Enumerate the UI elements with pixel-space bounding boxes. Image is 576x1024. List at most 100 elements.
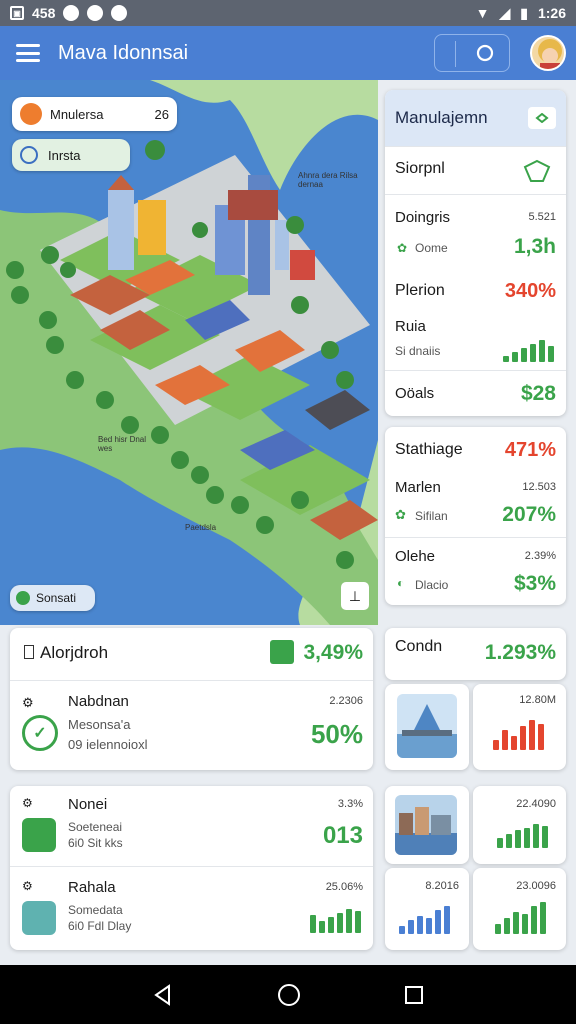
city-map[interactable]: Ahnra dera Rilsa dernaa Bed hisr Dnal we… (0, 80, 378, 625)
right-panel-summary: Stathiage 471% Marlen 12.503 ✿ Sifilan 2… (385, 427, 566, 605)
notification-icon: ▣ (10, 6, 24, 20)
mini-bar-chart (493, 716, 544, 750)
list-item[interactable]: ⚙ Rahala 25.06% Somedata 6i0 Fdl Dlay (10, 866, 373, 950)
row-label: Doingris (395, 209, 451, 226)
map-chip-settings[interactable]: Sonsati (10, 585, 95, 611)
document-icon (24, 645, 34, 659)
panel-alorjdroh: Alorjdroh 3,49% ⚙ Nabdnan 2.2306 ✓ Meson… (10, 628, 373, 770)
tile-chart[interactable]: 12.80M (473, 684, 566, 770)
list-item[interactable]: ⚙ Nonei 3.3% Soeteneai 6i0 Sit kks 013 (10, 786, 373, 866)
status-time: 1:26 (537, 5, 566, 21)
row-value: $28 (520, 382, 556, 405)
leaf-icon: ✿ (397, 241, 408, 255)
row-label: Siorpnl (395, 160, 445, 177)
tile-small-value: 8.2016 (425, 880, 459, 892)
menu-icon[interactable] (16, 44, 40, 62)
right-panel-title: Manulajemn (395, 108, 488, 127)
map-chip-layer[interactable]: Inrsta (12, 139, 130, 171)
tile-chart[interactable]: 8.2016 (385, 868, 469, 950)
status-bar: ▣ 458 ▼ ◢ ▮ 1:26 (0, 0, 576, 26)
list-item[interactable]: Marlen 12.503 ✿ Sifilan 207% (385, 473, 566, 537)
battery-icon: ▮ (520, 4, 528, 21)
check-circle-icon: ✓ (22, 715, 58, 751)
back-icon[interactable] (151, 983, 175, 1007)
item-sublabel-1: Soeteneai (68, 820, 123, 834)
list-item[interactable]: Ruia Si dnaiis (385, 312, 566, 370)
list-item[interactable]: Stathiage 471% (385, 427, 566, 473)
row-label: Ruia (395, 318, 426, 335)
map-label-coast: Paetdsla (185, 523, 217, 532)
mini-bar-chart (503, 336, 554, 362)
item-value: 50% (310, 719, 363, 749)
mini-bar-chart (310, 907, 361, 933)
location-icon (20, 103, 42, 125)
list-item[interactable]: Siorpnl (385, 146, 566, 194)
item-label: Nabdnan (68, 693, 129, 710)
map-expand-button[interactable]: ⊥ (341, 582, 369, 610)
system-nav-bar (0, 965, 576, 1024)
mini-bar-chart (495, 902, 546, 934)
row-value: $3% (513, 572, 556, 595)
row-sublabel: Oome (415, 241, 448, 255)
clock-icon (63, 5, 80, 21)
row-label: Oöals (395, 385, 435, 402)
row-value: 471% (504, 439, 556, 461)
expand-icon: ⊥ (348, 587, 362, 604)
row-sublabel: Sifilan (415, 509, 448, 523)
panel-condn[interactable]: Condn 1.293% (385, 628, 566, 680)
tile-small-value: 23.0096 (516, 880, 556, 892)
tile-photo[interactable] (385, 786, 469, 864)
home-icon[interactable] (276, 982, 302, 1008)
item-small-value: 25.06% (325, 881, 363, 893)
item-value: 013 (322, 822, 363, 849)
collapse-icon[interactable] (528, 107, 556, 129)
recents-icon[interactable] (403, 984, 425, 1006)
map-chip-filter-count: 26 (154, 106, 169, 122)
panel-title: Alorjdroh (40, 643, 109, 662)
search-divider (455, 41, 456, 67)
item-label: Rahala (68, 879, 116, 896)
map-chip-layer-label: Inrsta (48, 147, 81, 163)
drop-icon: ◐ (397, 576, 405, 590)
photo-thumbnail (395, 795, 457, 855)
item-sublabel-1: Somedata (68, 903, 123, 917)
shapes-icon (523, 159, 551, 182)
tile-small-value: 22.4090 (516, 798, 556, 810)
chat-icon (111, 5, 128, 21)
photo-thumbnail (397, 694, 457, 758)
search-button[interactable] (434, 34, 510, 72)
panel-header[interactable]: Alorjdroh 3,49% (10, 628, 373, 680)
row-label: Stathiage (395, 441, 463, 458)
gear-icon: ⚙ (22, 796, 33, 810)
tile-chart[interactable]: 23.0096 (473, 868, 566, 950)
status-left-text: 458 (32, 5, 56, 21)
item-sublabel-2: 09 ielennoioxl (68, 737, 148, 752)
panel-title: Condn (395, 638, 443, 655)
list-item[interactable]: ⚙ Nabdnan 2.2306 ✓ Mesonsa'a 09 ielennoi… (10, 680, 373, 770)
search-icon (476, 44, 494, 62)
tile-small-value: 12.80M (519, 694, 556, 706)
signal-icon: ◢ (499, 4, 511, 21)
row-small-value: 12.503 (522, 481, 556, 493)
list-item[interactable]: Plerion 340% (385, 272, 566, 312)
list-item[interactable]: Doingris 5.521 ✿ Oome 1,3h (385, 194, 566, 272)
mini-bar-chart (399, 904, 450, 934)
avatar[interactable] (530, 35, 566, 71)
row-small-value: 2.39% (524, 550, 556, 562)
item-label: Nonei (68, 796, 108, 813)
tile-photo[interactable] (385, 684, 469, 770)
app-title: Mava Idonnsai (58, 41, 189, 64)
tile-chart[interactable]: 22.4090 (473, 786, 566, 864)
map-chip-filter[interactable]: Mnulersa 26 (12, 97, 177, 131)
list-item[interactable]: Olehe 2.39% ◐ Dlacio $3% (385, 537, 566, 605)
map-label-town: Bed hisr Dnal wes (98, 435, 147, 453)
item-sublabel-1: Mesonsa'a (68, 717, 131, 732)
row-sublabel: Si dnaiis (395, 344, 441, 358)
list-item[interactable]: Oöals $28 (385, 370, 566, 416)
row-sublabel: Dlacio (415, 578, 449, 592)
leaf-icon: ✿ (395, 507, 406, 522)
row-value: 340% (504, 280, 556, 302)
item-small-value: 2.2306 (329, 695, 363, 707)
mini-bar-chart (497, 822, 548, 848)
row-label: Olehe (395, 548, 436, 565)
